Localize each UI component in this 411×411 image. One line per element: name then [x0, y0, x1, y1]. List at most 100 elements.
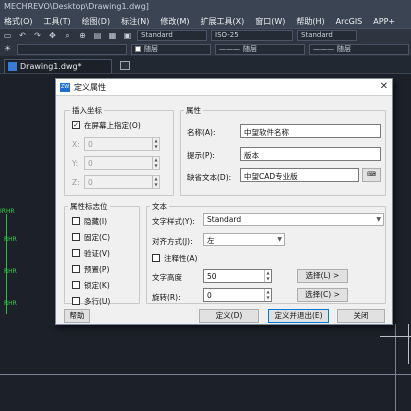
y-label: Y: [72, 159, 79, 168]
default-input[interactable]: 中望CAD专业版 [240, 168, 359, 182]
field-insert-icon[interactable]: ⌨ [362, 168, 381, 182]
constant-checkbox[interactable] [72, 233, 80, 241]
flags-legend: 属性标志位 [68, 201, 110, 212]
annotative-checkbox[interactable] [152, 254, 160, 262]
tag-label: 名称(A): [187, 128, 216, 137]
menu-bar: 格式(O) 工具(T) 绘图(D) 标注(N) 修改(M) 扩展工具(X) 窗口… [0, 14, 411, 28]
z-input[interactable]: 0 [84, 175, 160, 189]
close-button[interactable]: 关闭 [337, 309, 385, 323]
text-style-select[interactable]: Standard [137, 30, 207, 41]
layer-select[interactable] [17, 43, 127, 55]
text-style-value: Standard [141, 31, 173, 39]
layers-icon[interactable]: ▦ [107, 31, 118, 41]
menu-tools[interactable]: 工具(T) [44, 16, 71, 27]
help-button[interactable]: 帮助 [64, 309, 90, 323]
close-icon[interactable]: ✕ [380, 81, 388, 92]
app-icon: ZW [60, 82, 70, 92]
text-height-spinner[interactable]: ▲ ▼ [264, 270, 271, 282]
zoom-icon[interactable]: ⌕ [62, 31, 73, 41]
z-spinner[interactable]: ▲ ▼ [152, 176, 159, 188]
text-style-dropdown[interactable]: Standard ▼ [203, 213, 384, 226]
linetype-line: ——— [219, 44, 240, 53]
menu-dimension[interactable]: 标注(N) [121, 16, 149, 27]
chevron-down-icon: ▼ [277, 236, 282, 243]
properties-icon[interactable]: ▤ [92, 31, 103, 41]
y-input[interactable]: 0 [84, 156, 160, 170]
tag-input[interactable]: 中望软件名称 [240, 124, 381, 138]
pan-icon[interactable]: ✥ [47, 31, 58, 41]
canvas-label: RHR [4, 300, 17, 307]
text-height-label: 文字高度 [152, 273, 182, 282]
preset-label: 预置(P) [84, 265, 110, 274]
menu-help[interactable]: 帮助(H) [296, 16, 324, 27]
drawing-icon [8, 62, 17, 71]
x-value: 0 [88, 140, 93, 149]
lineweight-select[interactable]: ——— 随层 [309, 43, 409, 55]
x-input[interactable]: 0 [84, 137, 160, 151]
tab-label: Drawing1.dwg* [20, 62, 82, 71]
x-label: X: [72, 140, 80, 149]
chevron-down-icon: ▼ [376, 216, 381, 223]
multiline-checkbox[interactable] [72, 297, 80, 305]
verify-checkbox[interactable] [72, 249, 80, 257]
rotation-input[interactable]: 0 [203, 288, 272, 302]
drawing-line [0, 374, 411, 375]
menu-arcgis[interactable]: ArcGIS [336, 17, 363, 26]
annotative-label: 注释性(A) [164, 254, 198, 263]
lineweight-line: ——— [313, 44, 334, 53]
select-rotation-button[interactable]: 选择(C) > [297, 288, 348, 302]
menu-window[interactable]: 窗口(W) [255, 16, 285, 27]
invisible-label: 隐藏(I) [84, 217, 108, 226]
justification-selected: 左 [207, 236, 215, 245]
on-screen-checkbox[interactable]: ✓ [72, 121, 80, 129]
lock-position-checkbox[interactable] [72, 281, 80, 289]
calc-icon[interactable]: ▣ [122, 31, 133, 41]
linetype-select[interactable]: ——— 随层 [215, 43, 305, 55]
layer-state-icon[interactable]: ☀ [2, 44, 13, 54]
menu-format[interactable]: 格式(O) [4, 16, 33, 27]
define-button[interactable]: 定义(D) [199, 309, 259, 323]
open-icon[interactable]: ▭ [2, 31, 13, 41]
color-select[interactable]: 随层 [131, 43, 211, 55]
rotation-value: 0 [207, 291, 212, 300]
dim-style-select[interactable]: ISO-25 [211, 30, 293, 41]
constant-label: 固定(C) [84, 233, 111, 242]
prompt-input[interactable]: 版本 [240, 147, 381, 161]
crosshair-line [408, 324, 409, 364]
canvas-label: RHR [4, 236, 17, 243]
on-screen-label: 在屏幕上指定(O) [84, 121, 141, 130]
default-value: 中望CAD专业版 [244, 172, 298, 181]
y-spinner[interactable]: ▲ ▼ [152, 157, 159, 169]
linetype-value: 随层 [243, 44, 257, 53]
dim-style-value: ISO-25 [215, 31, 239, 39]
menu-modify[interactable]: 修改(M) [160, 16, 189, 27]
dialog-titlebar[interactable]: ZW 定义属性 [56, 79, 392, 96]
justification-label: 对齐方式(J): [152, 237, 193, 246]
justification-dropdown[interactable]: 左 ▼ [203, 233, 285, 246]
menu-app[interactable]: APP+ [373, 17, 395, 26]
z-value: 0 [88, 178, 93, 187]
undo-icon[interactable]: ↶ [17, 31, 28, 41]
y-value: 0 [88, 159, 93, 168]
new-tab-icon[interactable] [120, 61, 130, 70]
menu-draw[interactable]: 绘图(D) [82, 16, 110, 27]
green-line [6, 214, 7, 314]
menu-ext-tools[interactable]: 扩展工具(X) [200, 16, 244, 27]
redo-icon[interactable]: ↷ [32, 31, 43, 41]
rotation-spinner[interactable]: ▲ ▼ [264, 289, 271, 301]
tag-value: 中望软件名称 [244, 128, 289, 137]
select-height-button[interactable]: 选择(L) > [297, 269, 348, 283]
define-and-exit-button[interactable]: 定义并退出(E) [268, 309, 329, 323]
lock-position-label: 锁定(K) [84, 281, 110, 290]
preset-checkbox[interactable] [72, 265, 80, 273]
table-style-select[interactable]: Standard [297, 30, 357, 41]
tab-drawing1[interactable]: Drawing1.dwg* [4, 59, 112, 73]
zoom-window-icon[interactable]: ⊕ [77, 31, 88, 41]
table-style-value: Standard [301, 31, 333, 39]
x-spinner[interactable]: ▲ ▼ [152, 138, 159, 150]
text-height-input[interactable]: 50 [203, 269, 272, 283]
insert-legend: 插入坐标 [70, 105, 104, 116]
prompt-value: 版本 [244, 151, 259, 160]
text-style-label: 文字样式(Y): [152, 217, 195, 226]
invisible-checkbox[interactable] [72, 217, 80, 225]
